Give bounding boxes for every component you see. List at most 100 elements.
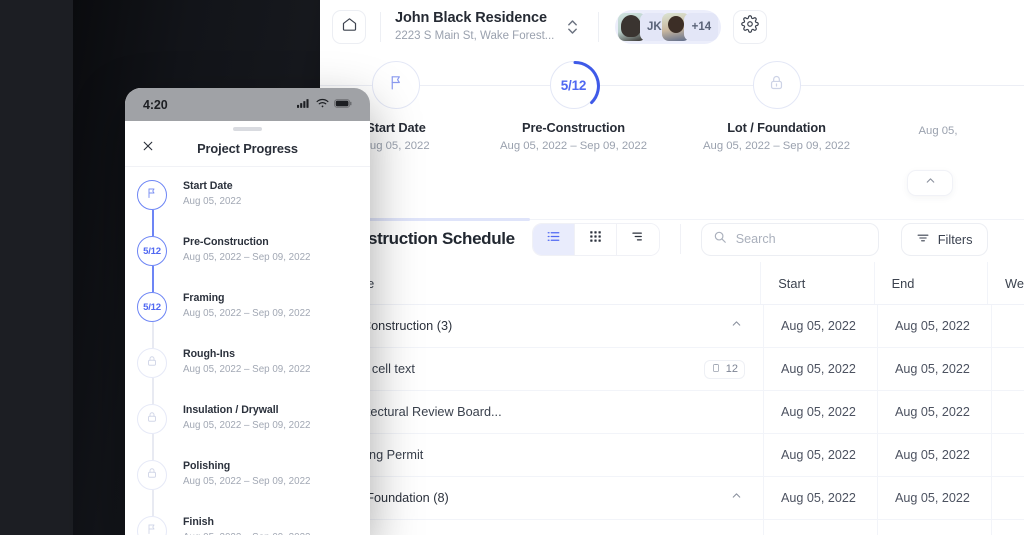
timeline-node-active: 5/12 [549,61,600,109]
table-row[interactable]: Architectural Review Board... Aug 05, 20… [320,391,1024,434]
cell-phase: Table cell text 12 [320,359,763,379]
cell-text: Aug 05, 2022 [781,362,856,376]
cell-end: Aug 05, 2022 [877,477,991,519]
column-header-week[interactable]: We [987,262,1024,304]
list-item-dates: Aug 05, 2022 – Sep 09, 2022 [183,252,311,263]
search-input[interactable] [735,232,867,246]
timeline-step-lot-foundation[interactable]: Lot / Foundation Aug 05, 2022 – Sep 09, … [675,53,878,152]
progress-node: 5/12 [137,292,167,322]
chevron-up-down-icon[interactable] [564,14,580,40]
phone-clock: 4:20 [143,97,168,112]
timeline-step-dates: Aug 05, [918,125,958,137]
timeline-step-dates: Aug 05, 2022 [362,140,430,152]
list-item-title: Pre-Construction [183,236,269,248]
home-button[interactable] [332,9,366,44]
list-view-button[interactable] [532,223,575,255]
cell-text: Aug 05, 2022 [895,319,970,333]
table-row[interactable]: Pre-Construction (3) Aug 05, 2022 Aug 05… [320,305,1024,348]
list-item-title: Insulation / Drywall [183,404,279,416]
progress-connector [152,266,154,292]
list-item-title: Framing [183,292,225,304]
timeline-step-pre-construction[interactable]: 5/12 Pre-Construction Aug 05, 2022 – Sep… [472,53,675,152]
filter-icon [916,231,930,248]
timeline-step-dates: Aug 05, 2022 – Sep 09, 2022 [703,140,850,152]
chevron-up-icon[interactable] [730,489,743,507]
cell-week [991,348,1024,390]
badge-count: 12 [725,363,738,375]
timeline-step-dates: Aug 05, 2022 – Sep 09, 2022 [500,140,647,152]
filters-label: Filters [937,231,973,247]
mobile-preview: 4:20 Project Progress Start Date Aug 05,… [125,88,370,535]
settings-button[interactable] [733,9,768,44]
lock-icon [146,410,158,428]
cell-text: Aug 05, 2022 [781,405,856,419]
column-header-label: Start [778,275,806,291]
cell-text: Aug 05, 2022 [895,491,970,505]
list-item[interactable]: Insulation / Drywall Aug 05, 2022 – Sep … [125,403,370,460]
project-text: John Black Residence 2223 S Main St, Wak… [395,10,554,44]
cell-start: Aug 05, 2022 [763,434,877,476]
flag-icon [146,186,158,204]
schedule-toolbar: Construction Schedule Search Filters [320,214,1024,264]
table-row[interactable]: Table cell text 12 Aug 05, 2022 Aug 05, … [320,348,1024,391]
schedule-table: Phase Start End We Pre-Construction (3) … [320,262,1024,535]
progress-value: 5/12 [143,245,161,257]
cell-week [991,477,1024,519]
progress-node [137,516,167,535]
table-header-row: Phase Start End We [320,262,1024,305]
column-header-end[interactable]: End [873,262,987,304]
list-item[interactable]: 5/12 Pre-Construction Aug 05, 2022 – Sep… [125,235,370,292]
cell-phase: Pre-Construction (3) [320,317,763,335]
list-item-text: Polishing Aug 05, 2022 – Sep 09, 2022 [183,459,310,487]
progress-node [137,180,167,210]
column-header-start[interactable]: Start [760,262,873,304]
cell-start: Aug 05, 2022 [763,391,877,433]
chevron-up-icon[interactable] [730,317,743,335]
timeline-step-next[interactable]: Aug 05, [878,53,998,152]
avatar-overflow-count[interactable]: +14 [684,12,719,41]
backdrop-band-left [0,0,73,535]
list-item[interactable]: Finish Aug 05, 2022 – Sep 09, 2022 [125,515,370,535]
list-item-text: Start Date Aug 05, 2022 [183,179,241,207]
project-name: John Black Residence [395,9,547,26]
project-selector[interactable]: John Black Residence 2223 S Main St, Wak… [395,10,580,44]
cell-end: Aug 05, 2022 [877,305,991,347]
phone-status-icons [297,96,352,114]
list-item[interactable]: Polishing Aug 05, 2022 – Sep 09, 2022 [125,459,370,516]
lock-icon [146,354,158,372]
sheet-header: Project Progress [125,131,370,167]
list-item-title: Start Date [183,180,233,192]
table-row[interactable]: Building Permit Aug 05, 2022 Aug 05, 202… [320,434,1024,477]
column-header-label: We [1005,275,1024,291]
search-box[interactable] [700,222,879,256]
list-item-dates: Aug 05, 2022 – Sep 09, 2022 [183,308,311,319]
attachment-count-badge[interactable]: 12 [703,359,745,379]
wifi-icon [316,96,329,114]
list-item[interactable]: Start Date Aug 05, 2022 [125,179,370,236]
list-item[interactable]: 5/12 Framing Aug 05, 2022 – Sep 09, 2022 [125,291,370,348]
clipboard-icon [711,363,721,376]
list-item-title: Polishing [183,460,231,472]
cell-text: Aug 05, 2022 [895,405,970,419]
table-row-partial[interactable] [320,520,1024,535]
cell-start: Aug 05, 2022 [763,305,877,347]
list-item[interactable]: Rough-Ins Aug 05, 2022 – Sep 09, 2022 [125,347,370,404]
cell-text: Aug 05, 2022 [781,319,856,333]
avatar-group[interactable]: JK +14 [615,9,722,44]
grid-view-button[interactable] [574,223,617,255]
filters-button[interactable]: Filters [900,222,988,256]
list-item-text: Pre-Construction Aug 05, 2022 – Sep 09, … [183,235,310,263]
phone-bottom-sheet: Project Progress Start Date Aug 05, 2022… [125,127,370,535]
progress-node: 5/12 [137,236,167,266]
battery-icon [334,96,352,114]
list-item-text: Rough-Ins Aug 05, 2022 – Sep 09, 2022 [183,347,310,375]
table-row[interactable]: Lot / Foundation (8) Aug 05, 2022 Aug 05… [320,477,1024,520]
column-header-phase[interactable]: Phase [320,276,760,291]
collapse-timeline-button[interactable] [907,170,953,196]
gantt-icon [630,229,645,249]
timeline-step-title: Pre-Construction [522,120,625,135]
list-item-dates: Aug 05, 2022 – Sep 09, 2022 [183,420,311,431]
cell-start [763,520,877,535]
cell-text: Aug 05, 2022 [781,448,856,462]
gantt-view-button[interactable] [616,223,659,255]
